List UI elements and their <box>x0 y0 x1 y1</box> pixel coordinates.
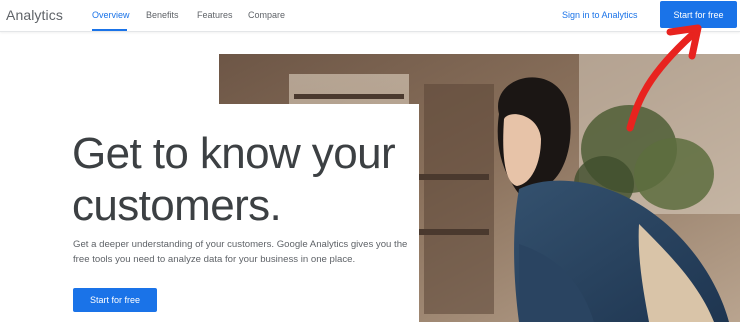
active-tab-indicator <box>92 29 127 31</box>
tab-compare[interactable]: Compare <box>248 10 285 20</box>
start-for-free-button-hero[interactable]: Start for free <box>73 288 157 312</box>
tab-overview[interactable]: Overview <box>92 10 130 20</box>
start-for-free-button-header[interactable]: Start for free <box>660 1 737 28</box>
hero-headline: Get to know your customers. <box>72 129 396 230</box>
sign-in-link[interactable]: Sign in to Analytics <box>562 10 638 20</box>
start-for-free-label: Start for free <box>673 9 724 20</box>
hero-description: Get a deeper understanding of your custo… <box>73 239 408 265</box>
top-navigation: Analytics Overview Benefits Features Com… <box>0 0 740 32</box>
start-for-free-hero-label: Start for free <box>89 295 141 305</box>
tab-features[interactable]: Features <box>197 10 233 20</box>
tab-benefits[interactable]: Benefits <box>146 10 179 20</box>
analytics-logo[interactable]: Analytics <box>6 7 63 23</box>
